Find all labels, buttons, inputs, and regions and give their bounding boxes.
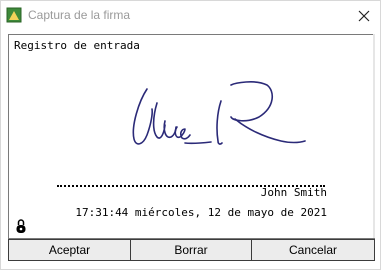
- lock-icon: [15, 218, 27, 234]
- window-title: Captura de la firma: [28, 8, 131, 22]
- signature-ink: [132, 81, 306, 145]
- title-bar[interactable]: Captura de la firma: [1, 1, 380, 31]
- accept-button[interactable]: Aceptar: [8, 239, 131, 261]
- scrollbar[interactable]: [373, 34, 375, 238]
- cancel-button[interactable]: Cancelar: [251, 239, 375, 261]
- dialog-content: Registro de entrada John Smith 17:31:44 …: [8, 34, 375, 264]
- clear-button[interactable]: Borrar: [130, 239, 252, 261]
- pad-label: Registro de entrada: [14, 39, 140, 52]
- signer-name: John Smith: [260, 186, 327, 199]
- signature-capture-window: Captura de la firma Registro de entrada: [0, 0, 381, 270]
- signature-timestamp: 17:31:44 miércoles, 12 de mayo de 2021: [75, 206, 327, 219]
- button-row: Aceptar Borrar Cancelar: [8, 239, 375, 261]
- close-button[interactable]: [348, 1, 380, 31]
- close-icon: [358, 10, 370, 22]
- app-icon: [6, 7, 22, 23]
- signature-pad[interactable]: Registro de entrada John Smith 17:31:44 …: [8, 34, 375, 239]
